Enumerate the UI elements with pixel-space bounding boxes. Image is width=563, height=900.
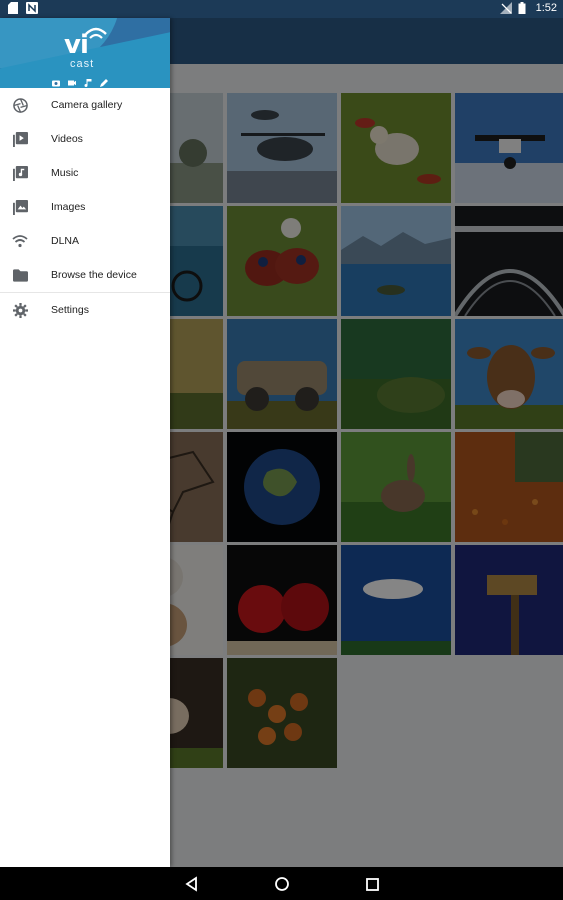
music-icon[interactable] [84, 74, 92, 87]
wifi-icon [12, 233, 28, 249]
menu-item-videos[interactable]: Videos [0, 122, 170, 156]
home-icon[interactable] [273, 875, 291, 893]
vicast-logo: vi cast [62, 22, 116, 82]
gear-icon [12, 302, 28, 318]
video-library-icon [12, 131, 28, 147]
drawer-header: vi cast [0, 18, 170, 88]
sd-card-icon [8, 2, 20, 14]
menu-item-label: Images [51, 201, 86, 213]
menu-item-browse-device[interactable]: Browse the device [0, 258, 170, 292]
folder-icon [12, 267, 28, 283]
camera-aperture-icon [12, 97, 28, 113]
menu-item-label: Browse the device [51, 269, 137, 281]
status-bar: 1:52 [0, 0, 563, 18]
menu-item-label: Camera gallery [51, 99, 123, 111]
menu-item-label: Music [51, 167, 79, 179]
camera-icon[interactable] [52, 74, 60, 87]
recents-icon[interactable] [365, 875, 383, 893]
menu-item-dlna[interactable]: DLNA [0, 224, 170, 258]
edit-icon[interactable] [100, 74, 108, 87]
menu-item-label: DLNA [51, 235, 80, 247]
navigation-drawer: vi cast Camera gallery Videos Music Imag… [0, 18, 170, 867]
menu-item-camera-gallery[interactable]: Camera gallery [0, 88, 170, 122]
menu-item-label: Videos [51, 133, 83, 145]
drawer-menu: Camera gallery Videos Music Images DLNA [0, 88, 170, 327]
menu-item-label: Settings [51, 304, 89, 316]
music-library-icon [12, 165, 28, 181]
menu-item-images[interactable]: Images [0, 190, 170, 224]
back-icon[interactable] [184, 875, 202, 893]
header-quick-icons [52, 74, 108, 87]
system-nav-bar [0, 867, 563, 900]
notification-n-icon [26, 2, 38, 14]
menu-item-settings[interactable]: Settings [0, 293, 170, 327]
menu-item-music[interactable]: Music [0, 156, 170, 190]
battery-icon [518, 2, 530, 14]
logo-cast-text: cast [70, 58, 95, 70]
video-icon[interactable] [68, 74, 76, 86]
image-library-icon [12, 199, 28, 215]
status-time: 1:52 [535, 2, 557, 14]
logo-vi-text: vi [64, 30, 89, 60]
no-signal-icon [499, 2, 512, 14]
